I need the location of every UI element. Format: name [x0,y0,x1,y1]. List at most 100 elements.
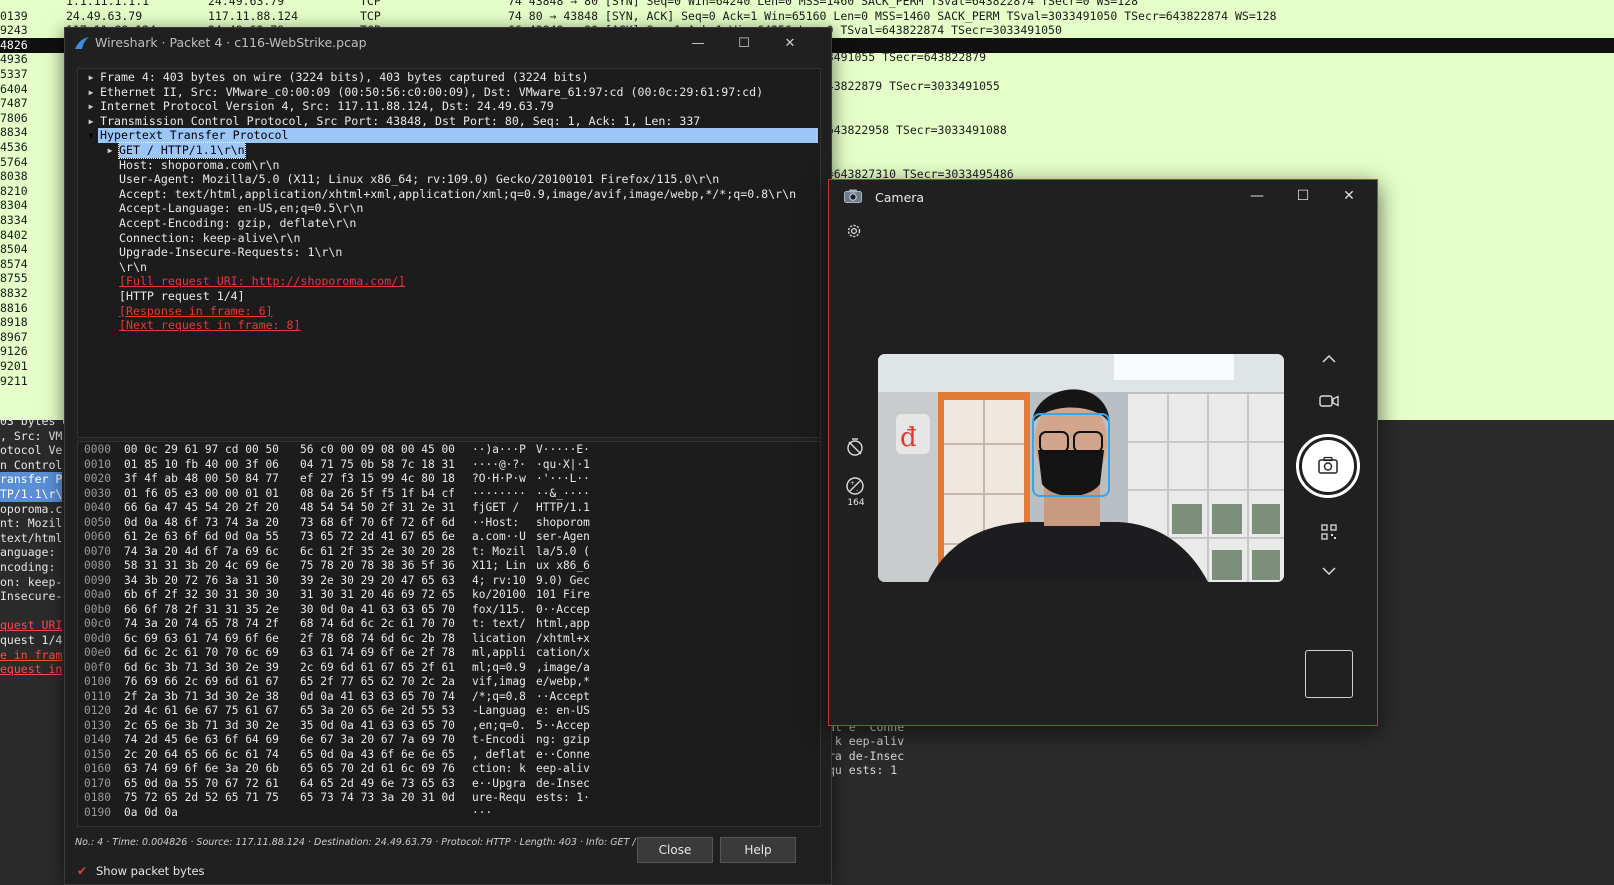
hex-row[interactable]: 0110 2f 2a 3b 71 3d 30 2e 38 0d 0a 41 63 6… [78,690,818,705]
hex-row[interactable]: 0050 0d 0a 48 6f 73 74 3a 20 73 68 6f 70 6… [78,516,818,531]
chevron-up-icon[interactable] [1321,352,1337,366]
minimize-button[interactable]: — [675,28,721,60]
packet-bytes-pane[interactable]: 0000 00 0c 29 61 97 cd 00 50 56 c0 00 09 0… [77,441,821,827]
expand-right-arrow-icon[interactable]: ▶ [86,114,96,129]
hex-row[interactable]: 00a0 6b 6f 2f 32 30 31 30 30 31 30 31 20 4… [78,588,818,603]
tree-item[interactable]: Accept: text/html,application/xhtml+xml,… [119,187,796,202]
packet-no-cell: 9201 [0,359,28,373]
show-packet-bytes-checkbox[interactable]: ✔ Show packet bytes [77,864,205,878]
hex-b1: 75 72 65 2d 52 65 71 75 [124,791,279,804]
tree-item[interactable]: Transmission Control Protocol, Src Port:… [100,114,700,129]
tree-item[interactable]: User-Agent: Mozilla/5.0 (X11; Linux x86_… [119,172,719,187]
hex-row[interactable]: 0130 2c 65 6e 3b 71 3d 30 2e 35 0d 0a 41 6… [78,719,818,734]
packet-dialog-titlebar[interactable]: Wireshark · Packet 4 · c116-WebStrike.pc… [65,28,831,60]
tree-item[interactable]: Hypertext Transfer Protocol [100,128,289,144]
hex-off: 0180 [84,791,111,804]
tree-item[interactable]: [HTTP request 1/4] [119,289,245,304]
hex-a1: ml;q=0.9 [472,660,526,674]
tree-item[interactable]: Internet Protocol Version 4, Src: 117.11… [100,99,554,114]
packet-no-cell: 4536 [0,140,28,154]
hex-b1: 3f 4f ab 48 00 50 84 77 [124,472,279,485]
hex-b2: 0d 0a 41 63 63 65 70 74 [300,689,455,703]
hex-row[interactable]: 00e0 6d 6c 2c 61 70 70 6c 69 63 61 74 69 6… [78,646,818,661]
expand-down-arrow-icon[interactable]: ▼ [86,128,96,143]
hex-a2: html,app [536,617,590,630]
shutter-button[interactable] [1296,434,1360,498]
hex-row[interactable]: 0100 76 69 66 2c 69 6d 61 67 65 2f 77 65 6… [78,675,818,690]
timer-icon[interactable] [845,437,865,457]
hex-row[interactable]: 0040 66 6a 47 45 54 20 2f 20 48 54 54 50 2… [78,501,818,516]
hex-row[interactable]: 00f0 6d 6c 3b 71 3d 30 2e 39 2c 69 6d 61 6… [78,661,818,676]
settings-gear-icon[interactable] [845,222,863,240]
video-mode-icon[interactable] [1319,393,1339,409]
hex-row[interactable]: 0140 74 2d 45 6e 63 6f 64 69 6e 67 3a 20 6… [78,733,818,748]
svg-text:đ: đ [900,423,917,453]
hex-row[interactable]: 0010 01 85 10 fb 40 00 3f 06 04 71 75 0b 5… [78,458,818,473]
camera-maximize-button[interactable]: ☐ [1280,180,1326,212]
tree-item[interactable]: [Full request URI: http://shoporoma.com/… [119,274,405,289]
hex-a2: 5··Accep [536,718,590,732]
hex-row[interactable]: 0190 0a 0d 0a ··· [78,806,818,821]
hex-b2: 65 65 70 2d 61 6c 69 76 [300,762,455,775]
chevron-down-icon[interactable] [1321,564,1337,578]
hex-a2: ux x86_6 [536,559,590,572]
tree-item[interactable]: Upgrade-Insecure-Requests: 1\r\n [119,245,342,260]
hex-row[interactable]: 0020 3f 4f ab 48 00 50 84 77 ef 27 f3 15 9… [78,472,818,487]
hex-row[interactable]: 0090 34 3b 20 72 76 3a 31 30 39 2e 30 29 2… [78,574,818,589]
hex-a2: ,image/a [536,660,590,674]
hex-row[interactable]: 0030 01 f6 05 e3 00 00 01 01 08 0a 26 5f f… [78,487,818,502]
expand-right-arrow-icon[interactable]: ▶ [86,85,96,100]
expand-right-arrow-icon[interactable]: ▶ [105,143,115,158]
expand-right-arrow-icon[interactable]: ▶ [86,99,96,114]
hex-a1: ction: k [472,762,526,775]
hex-b2: 65 2f 77 65 62 70 2c 2a [300,675,455,688]
tree-item[interactable]: Ethernet II, Src: VMware_c0:00:09 (00:50… [100,85,763,100]
hex-row[interactable]: 0150 2c 20 64 65 66 6c 61 74 65 0d 0a 43 6… [78,748,818,763]
help-button[interactable]: Help [720,837,796,863]
tree-item[interactable]: Frame 4: 403 bytes on wire (3224 bits), … [100,70,589,85]
tree-item[interactable]: Connection: keep-alive\r\n [119,231,300,246]
packet-details-tree[interactable]: ▶ Frame 4: 403 bytes on wire (3224 bits),… [77,68,821,438]
last-photo-thumbnail[interactable] [1305,650,1353,698]
hex-b2: 31 30 31 20 46 69 72 65 [300,588,455,601]
camera-minimize-button[interactable]: — [1234,180,1280,212]
detail-fragment: oporoma.c [0,501,63,516]
hex-row[interactable]: 0160 63 74 69 6f 6e 3a 20 6b 65 65 70 2d 6… [78,762,818,777]
hex-a1: e··Upgra [472,776,526,790]
tree-item[interactable]: Host: shoporoma.com\r\n [119,158,280,173]
packet-no-cell: 4936 [0,52,28,67]
brightness-icon[interactable]: + - [845,476,865,496]
tree-item[interactable]: Accept-Encoding: gzip, deflate\r\n [119,216,356,231]
tree-item[interactable]: [Response in frame: 6] [119,304,273,319]
hex-row[interactable]: 0170 65 0d 0a 55 70 67 72 61 64 65 2d 49 6… [78,777,818,792]
tree-item[interactable]: Accept-Language: en-US,en;q=0.5\r\n [119,201,363,216]
hex-off: 0060 [84,530,111,543]
hex-off: 00c0 [84,617,111,630]
hex-row[interactable]: 00c0 74 3a 20 74 65 78 74 2f 68 74 6d 6c 2… [78,617,818,632]
close-button[interactable]: Close [637,837,713,863]
tree-item[interactable]: \r\n [119,260,147,275]
hex-row[interactable]: 0180 75 72 65 2d 52 65 71 75 65 73 74 73 3… [78,791,818,806]
hex-b2: 48 54 54 50 2f 31 2e 31 [300,501,455,514]
hex-a2: cation/x [536,646,590,659]
tree-item[interactable]: [Next request in frame: 8] [119,318,300,333]
qr-code-icon[interactable] [1321,524,1337,540]
camera-close-button[interactable]: ✕ [1326,180,1372,212]
maximize-button[interactable]: ☐ [721,28,767,60]
hex-row[interactable]: 0070 74 3a 20 4d 6f 7a 69 6c 6c 61 2f 35 2… [78,545,818,560]
hex-row[interactable]: 0080 58 31 31 3b 20 4c 69 6e 75 78 20 78 3… [78,559,818,574]
hex-a2: 0··Accep [536,602,590,616]
hex-row[interactable]: 0000 00 0c 29 61 97 cd 00 50 56 c0 00 09 0… [78,443,818,458]
hex-row[interactable]: 0060 61 2e 63 6f 6d 0d 0a 55 73 65 72 2d 4… [78,530,818,545]
expand-right-arrow-icon[interactable]: ▶ [86,70,96,85]
hex-row[interactable]: 0120 2d 4c 61 6e 67 75 61 67 65 3a 20 65 6… [78,704,818,719]
hex-off: 0150 [84,747,111,761]
packet-row[interactable]: 0139 24.49.63.79 117.11.88.124 TCP 74 80 → 4… [0,9,1614,24]
hex-b1: 74 3a 20 4d 6f 7a 69 6c [124,544,279,558]
hex-row[interactable]: 00d0 6c 69 63 61 74 69 6f 6e 2f 78 68 74 6… [78,632,818,647]
svg-text:-: - [856,487,858,494]
hex-a1: ml,appli [472,646,526,659]
hex-row[interactable]: 00b0 66 6f 78 2f 31 31 35 2e 30 0d 0a 41 6… [78,603,818,618]
tree-item[interactable]: GET / HTTP/1.1\r\n [118,142,246,159]
close-window-button[interactable]: ✕ [767,28,813,60]
